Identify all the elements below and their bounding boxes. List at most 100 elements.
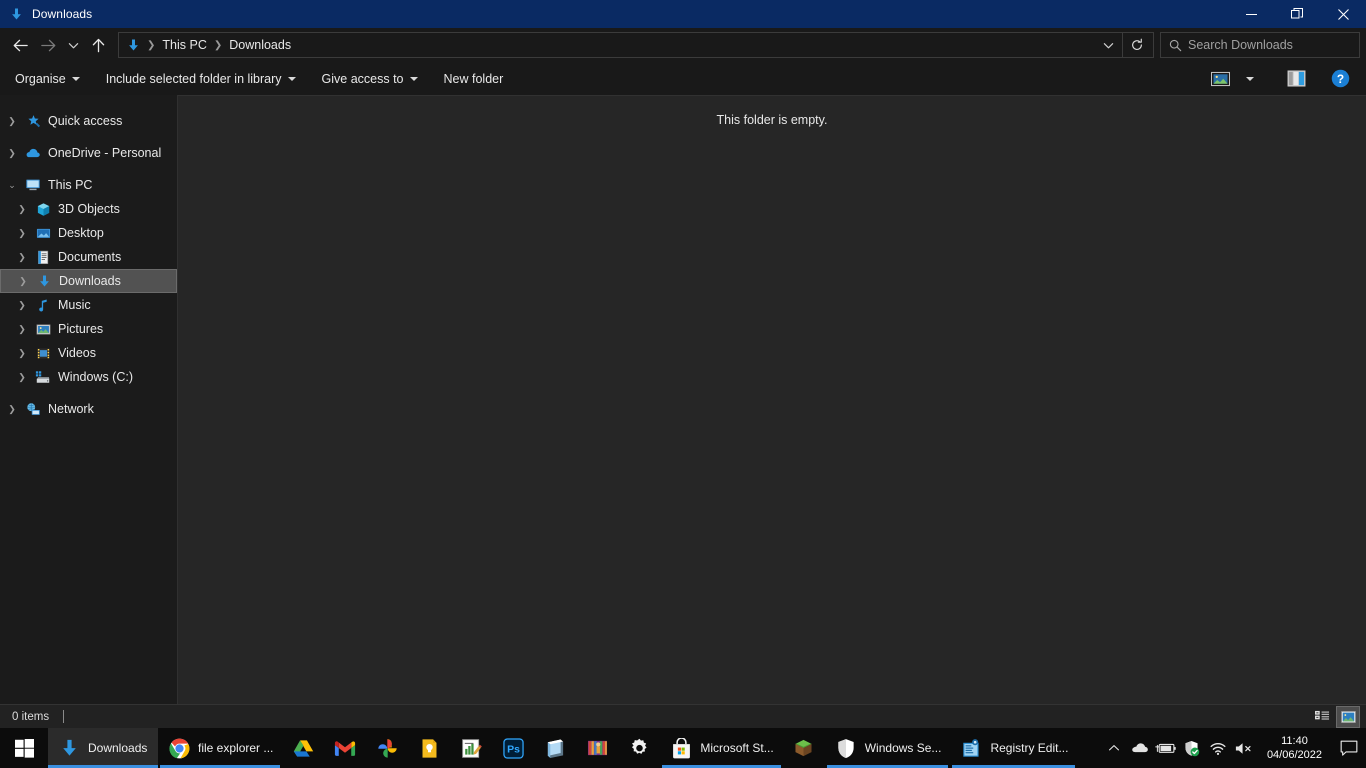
sidebar-item-onedrive[interactable]: ❯ OneDrive - Personal bbox=[0, 141, 177, 165]
onedrive-cloud-icon[interactable] bbox=[1127, 728, 1153, 768]
downloads-arrow-icon bbox=[57, 736, 81, 760]
settings-gear-icon bbox=[627, 736, 651, 760]
address-bar[interactable]: ❯ This PC ❯ Downloads bbox=[118, 32, 1154, 58]
breadcrumb-separator: ❯ bbox=[147, 39, 156, 51]
chevron-right-icon[interactable]: ❯ bbox=[12, 300, 32, 311]
taskbar-item-photoshop[interactable]: Ps bbox=[492, 728, 534, 768]
taskbar-item-winrar[interactable] bbox=[576, 728, 618, 768]
minimize-button[interactable] bbox=[1228, 0, 1274, 28]
sidebar-item-downloads[interactable]: ❯ Downloads bbox=[0, 269, 177, 293]
breadcrumb-item-downloads[interactable]: Downloads bbox=[224, 35, 296, 55]
details-view-button[interactable] bbox=[1310, 706, 1334, 728]
organise-button[interactable]: Organise bbox=[4, 67, 91, 91]
taskbar-item-microsoft-store[interactable]: Microsoft St... bbox=[660, 728, 782, 768]
window-controls bbox=[1228, 0, 1366, 28]
sidebar-item-videos[interactable]: ❯ Videos bbox=[0, 341, 177, 365]
clock-date: 04/06/2022 bbox=[1266, 749, 1322, 761]
forward-button[interactable] bbox=[34, 30, 62, 60]
chevron-right-icon[interactable]: ❯ bbox=[13, 276, 33, 287]
battery-charging-icon[interactable] bbox=[1153, 728, 1179, 768]
view-options-caret-button[interactable] bbox=[1236, 66, 1264, 92]
include-in-library-button[interactable]: Include selected folder in library bbox=[95, 67, 307, 91]
recent-locations-button[interactable] bbox=[62, 30, 84, 60]
taskbar-item-google-keep[interactable] bbox=[408, 728, 450, 768]
taskbar-item-google-photos[interactable] bbox=[366, 728, 408, 768]
taskbar-item-label: Microsoft St... bbox=[700, 741, 774, 755]
chevron-right-icon[interactable]: ❯ bbox=[2, 116, 22, 127]
chevron-right-icon[interactable]: ❯ bbox=[12, 228, 32, 239]
restore-button[interactable] bbox=[1274, 0, 1320, 28]
security-shield-icon[interactable] bbox=[1179, 728, 1205, 768]
change-view-button[interactable] bbox=[1206, 66, 1234, 92]
taskbar-item-windows-security[interactable]: Windows Se... bbox=[825, 728, 951, 768]
search-input[interactable]: Search Downloads bbox=[1188, 38, 1293, 52]
help-button[interactable]: ? bbox=[1326, 66, 1354, 92]
taskbar-item-notepad[interactable] bbox=[534, 728, 576, 768]
taskbar-item-chrome[interactable]: file explorer ... bbox=[158, 728, 282, 768]
wifi-icon[interactable] bbox=[1205, 728, 1231, 768]
give-access-to-button[interactable]: Give access to bbox=[311, 67, 429, 91]
notes-chart-icon bbox=[459, 736, 483, 760]
sidebar-item-music[interactable]: ❯ Music bbox=[0, 293, 177, 317]
taskbar-item-notes-chart[interactable] bbox=[450, 728, 492, 768]
chevron-right-icon[interactable]: ❯ bbox=[12, 348, 32, 359]
chevron-down-icon[interactable]: ⌄ bbox=[2, 180, 22, 191]
sidebar-item-3d-objects[interactable]: ❯ 3D Objects bbox=[0, 197, 177, 221]
taskbar: Downloads file explorer ... Ps Microsoft… bbox=[0, 728, 1366, 768]
navigation-pane[interactable]: ❯ Quick access ❯ OneDrive - Personal ⌄ T… bbox=[0, 95, 177, 704]
chevron-right-icon[interactable]: ❯ bbox=[12, 324, 32, 335]
taskbar-item-gmail[interactable] bbox=[324, 728, 366, 768]
microsoft-store-icon bbox=[669, 736, 693, 760]
large-icons-view-button[interactable] bbox=[1336, 705, 1360, 728]
taskbar-item-registry-editor[interactable]: Registry Edit... bbox=[950, 728, 1077, 768]
sidebar-item-windows-c[interactable]: ❯ Windows (C:) bbox=[0, 365, 177, 389]
chevron-right-icon[interactable]: ❯ bbox=[12, 252, 32, 263]
sidebar-item-label: Quick access bbox=[48, 114, 123, 128]
sidebar-item-label: Windows (C:) bbox=[58, 370, 134, 384]
taskbar-item-downloads[interactable]: Downloads bbox=[48, 728, 158, 768]
document-icon bbox=[32, 250, 54, 265]
volume-muted-icon[interactable] bbox=[1231, 728, 1257, 768]
sidebar-item-desktop[interactable]: ❯ Desktop bbox=[0, 221, 177, 245]
up-button[interactable] bbox=[84, 30, 112, 60]
command-bar: Organise Include selected folder in libr… bbox=[0, 62, 1366, 95]
preview-pane-button[interactable] bbox=[1282, 66, 1310, 92]
chevron-right-icon[interactable]: ❯ bbox=[12, 204, 32, 215]
address-folder-icon bbox=[121, 38, 145, 53]
sidebar-item-network[interactable]: ❯ Network bbox=[0, 397, 177, 421]
sidebar-item-quick-access[interactable]: ❯ Quick access bbox=[0, 109, 177, 133]
search-icon bbox=[1169, 39, 1182, 52]
previous-locations-button[interactable] bbox=[1094, 33, 1122, 57]
chevron-right-icon[interactable]: ❯ bbox=[2, 148, 22, 159]
action-center-button[interactable] bbox=[1332, 728, 1366, 768]
chevron-right-icon[interactable]: ❯ bbox=[12, 372, 32, 383]
show-hidden-icons-button[interactable] bbox=[1101, 728, 1127, 768]
taskbar-item-minecraft[interactable] bbox=[783, 728, 825, 768]
monitor-icon bbox=[22, 177, 44, 193]
sidebar-item-label: Music bbox=[58, 298, 91, 312]
sidebar-item-label: Downloads bbox=[59, 274, 121, 288]
title-bar: Downloads bbox=[0, 0, 1366, 28]
sidebar-item-this-pc[interactable]: ⌄ This PC bbox=[0, 173, 177, 197]
clock[interactable]: 11:40 04/06/2022 bbox=[1257, 728, 1332, 768]
windows-security-icon bbox=[834, 736, 858, 760]
search-box[interactable]: Search Downloads bbox=[1160, 32, 1360, 58]
breadcrumb-item-this-pc[interactable]: This PC bbox=[157, 35, 211, 55]
chevron-right-icon[interactable]: ❯ bbox=[2, 404, 22, 415]
refresh-button[interactable] bbox=[1123, 33, 1151, 57]
back-button[interactable] bbox=[6, 30, 34, 60]
music-note-icon bbox=[32, 298, 54, 313]
sidebar-item-documents[interactable]: ❯ Documents bbox=[0, 245, 177, 269]
include-in-library-label: Include selected folder in library bbox=[105, 71, 282, 86]
clock-time: 11:40 bbox=[1281, 735, 1308, 747]
close-button[interactable] bbox=[1320, 0, 1366, 28]
taskbar-item-google-drive[interactable] bbox=[282, 728, 324, 768]
start-button[interactable] bbox=[0, 728, 48, 768]
notepad-icon bbox=[543, 736, 567, 760]
new-folder-button[interactable]: New folder bbox=[433, 67, 515, 91]
sidebar-item-pictures[interactable]: ❯ Pictures bbox=[0, 317, 177, 341]
file-list-view[interactable]: This folder is empty. bbox=[178, 95, 1366, 704]
sidebar-item-label: Pictures bbox=[58, 322, 104, 336]
taskbar-item-settings[interactable] bbox=[618, 728, 660, 768]
winrar-icon bbox=[585, 736, 609, 760]
